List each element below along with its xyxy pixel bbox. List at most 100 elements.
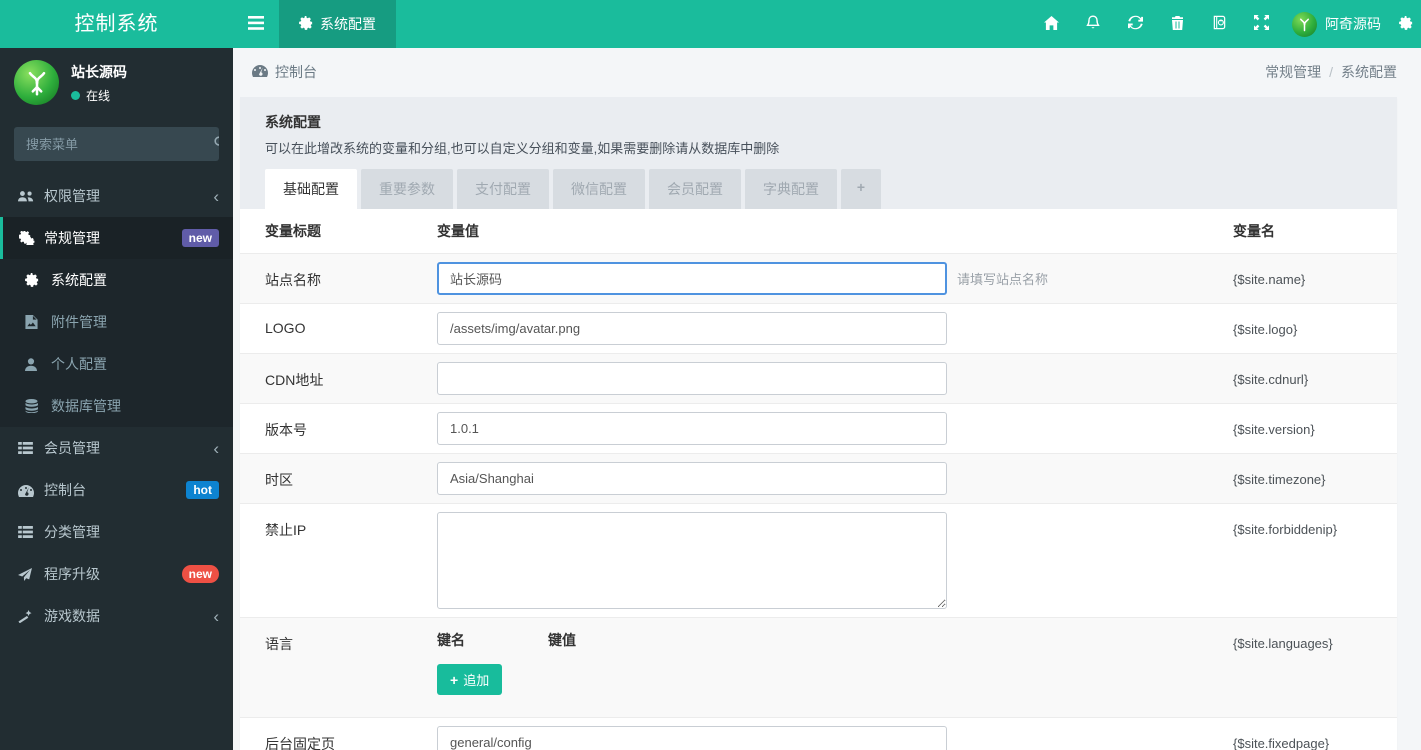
sidebar-item-categories[interactable]: 分类管理 (0, 511, 233, 553)
refresh-button[interactable] (1114, 0, 1156, 48)
sidebar-item-dashboard[interactable]: 控制台 hot (0, 469, 233, 511)
site-cdnurl-input[interactable] (437, 362, 947, 395)
sidebar-toggle-button[interactable] (233, 0, 279, 48)
cogs-icon (18, 231, 44, 245)
magic-wand-icon (18, 609, 44, 623)
panel-header: 系统配置 可以在此增改系统的变量和分组,也可以自定义分组和变量,如果需要删除请从… (240, 97, 1397, 209)
settings-button[interactable] (1391, 0, 1421, 48)
user-menu[interactable]: 阿奇源码 (1282, 11, 1391, 37)
site-name-input[interactable] (437, 262, 947, 295)
breadcrumb-parent-link[interactable]: 常规管理 (1265, 62, 1321, 82)
gear-icon (25, 273, 51, 287)
topbar-tab-label: 系统配置 (320, 16, 376, 32)
home-icon (1043, 15, 1059, 33)
breadcrumb-dashboard-link[interactable]: 控制台 (252, 62, 317, 82)
hot-badge: hot (186, 480, 219, 500)
addon-store-icon (1212, 15, 1227, 33)
menu-search-button[interactable] (214, 127, 219, 161)
users-icon (18, 190, 44, 203)
variable-name: {$site.version} (1233, 422, 1315, 437)
add-tab-button[interactable]: + (841, 169, 881, 209)
bell-icon (1086, 15, 1100, 33)
menu-search-input[interactable] (14, 127, 214, 161)
tab-payment-config[interactable]: 支付配置 (457, 169, 549, 209)
online-dot (71, 90, 80, 100)
table-row: CDN地址 {$site.cdnurl} (240, 353, 1397, 403)
sidebar-item-game-data[interactable]: 游戏数据 ‹ (0, 595, 233, 637)
user-avatar (1292, 11, 1317, 37)
tab-important-params[interactable]: 重要参数 (361, 169, 453, 209)
gear-icon (299, 15, 313, 33)
variable-name: {$site.forbiddenip} (1233, 522, 1338, 537)
table-header: 变量标题 变量值 变量名 (240, 209, 1397, 253)
sidebar-user-status: 在线 (71, 87, 127, 104)
table-row: 站点名称 请填写站点名称 {$site.name} (240, 253, 1397, 303)
main-content: 控制台 常规管理 / 系统配置 系统配置 可以在此增改系统的变量和分组,也可以自… (233, 48, 1421, 750)
sidebar-item-system-config[interactable]: 系统配置 (0, 259, 233, 301)
col-header-value: 变量值 (437, 223, 479, 239)
refresh-icon (1127, 15, 1143, 33)
new-badge: new (181, 564, 219, 584)
fullscreen-button[interactable] (1240, 0, 1282, 48)
breadcrumb: 控制台 常规管理 / 系统配置 (233, 48, 1421, 95)
variable-name: {$site.fixedpage} (1233, 736, 1330, 750)
site-logo-input[interactable] (437, 312, 947, 345)
sidebar-item-permission[interactable]: 权限管理 ‹ (0, 175, 233, 217)
kv-key-header: 键名 (437, 632, 465, 648)
tab-wechat-config[interactable]: 微信配置 (553, 169, 645, 209)
sidebar-item-members[interactable]: 会员管理 ‹ (0, 427, 233, 469)
config-panel: 系统配置 可以在此增改系统的变量和分组,也可以自定义分组和变量,如果需要删除请从… (240, 97, 1397, 750)
site-timezone-input[interactable] (437, 462, 947, 495)
database-icon (25, 399, 51, 413)
site-version-input[interactable] (437, 412, 947, 445)
menu-search (14, 127, 219, 161)
gear-icon (1399, 15, 1413, 33)
col-header-name: 变量名 (1233, 223, 1275, 239)
sidebar-item-database[interactable]: 数据库管理 (0, 385, 233, 427)
top-bar: 控制系统 系统配置 阿奇源码 (0, 0, 1421, 48)
hamburger-icon (248, 15, 264, 33)
file-image-icon (25, 315, 51, 329)
config-tabs: 基础配置 重要参数 支付配置 微信配置 会员配置 字典配置 + (265, 169, 1372, 209)
table-row: 时区 {$site.timezone} (240, 453, 1397, 503)
sidebar-item-upgrade[interactable]: 程序升级 new (0, 553, 233, 595)
trash-icon (1171, 15, 1184, 33)
list-icon (18, 526, 44, 538)
sidebar-user-name: 站长源码 (71, 63, 127, 80)
sidebar-user-panel: 站长源码 在线 (0, 48, 233, 117)
user-name: 阿奇源码 (1325, 16, 1381, 32)
user-icon (25, 357, 51, 371)
sidebar-item-profile[interactable]: 个人配置 (0, 343, 233, 385)
tab-dict-config[interactable]: 字典配置 (745, 169, 837, 209)
append-button[interactable]: + 追加 (437, 664, 503, 695)
search-icon (214, 136, 219, 152)
col-header-title: 变量标题 (265, 223, 321, 239)
breadcrumb-current: 系统配置 (1341, 63, 1397, 80)
variable-name: {$site.languages} (1233, 636, 1333, 651)
addon-store-button[interactable] (1198, 0, 1240, 48)
dashboard-icon (252, 64, 268, 80)
page-description: 可以在此增改系统的变量和分组,也可以自定义分组和变量,如果需要删除请从数据库中删… (265, 141, 780, 156)
kv-value-header: 键值 (548, 632, 576, 648)
config-table: 变量标题 变量值 变量名 站点名称 请填写站点名称 {$site.name} L… (240, 209, 1397, 750)
topbar-tab-system-config[interactable]: 系统配置 (279, 0, 396, 48)
breadcrumb-separator: / (1329, 63, 1333, 80)
site-fixedpage-input[interactable] (437, 726, 947, 750)
home-button[interactable] (1030, 0, 1072, 48)
clear-cache-button[interactable] (1156, 0, 1198, 48)
th-list-icon (18, 442, 44, 454)
plus-icon: + (450, 671, 459, 688)
site-forbiddenip-textarea[interactable] (437, 512, 947, 609)
paper-plane-icon (18, 567, 44, 581)
sidebar-item-attachments[interactable]: 附件管理 (0, 301, 233, 343)
table-row: 语言 键名 键值 + 追加 {$site.languages} (240, 617, 1397, 717)
table-row: 禁止IP {$site.forbiddenip} (240, 503, 1397, 617)
table-row: 后台固定页 {$site.fixedpage} (240, 717, 1397, 750)
sidebar-item-general[interactable]: 常规管理 new (0, 217, 233, 259)
sidebar-avatar (14, 60, 59, 105)
chevron-left-icon: ‹ (213, 186, 219, 206)
tab-basic-config[interactable]: 基础配置 (265, 169, 357, 209)
table-row: LOGO {$site.logo} (240, 303, 1397, 353)
notifications-button[interactable] (1072, 0, 1114, 48)
tab-member-config[interactable]: 会员配置 (649, 169, 741, 209)
